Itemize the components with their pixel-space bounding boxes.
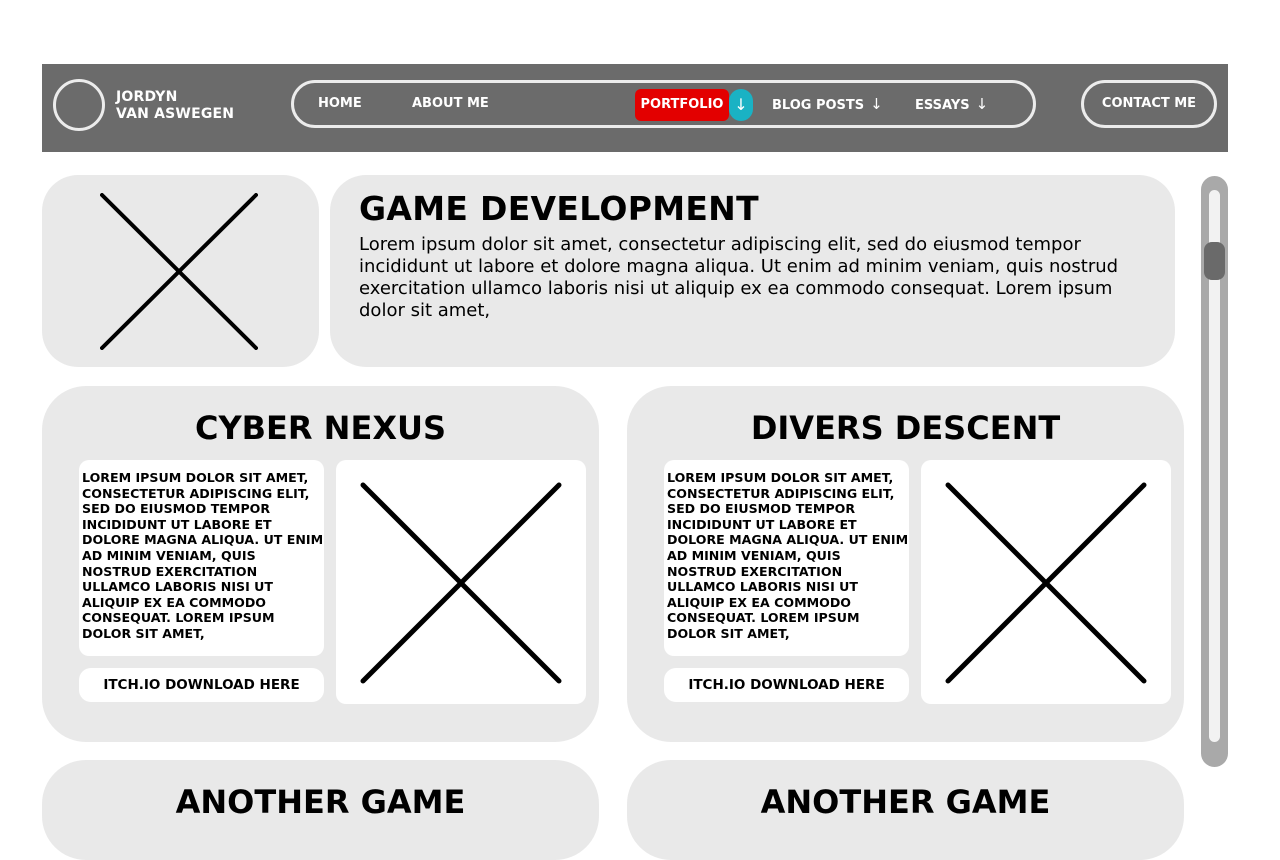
game-title: ANOTHER GAME — [175, 783, 466, 821]
brand-last-name: VAN ASWEGEN — [116, 106, 235, 122]
hero-text-card: GAME DEVELOPMENT Lorem ipsum dolor sit a… — [330, 175, 1175, 367]
placeholder-x-icon — [360, 482, 562, 684]
game-card: DIVERS DESCENT LOREM IPSUM DOLOR SIT AME… — [627, 386, 1184, 742]
game-description: LOREM IPSUM DOLOR SIT AMET, CONSECTETUR … — [82, 470, 324, 641]
portfolio-dropdown-arrow-icon[interactable]: ↓ — [729, 89, 753, 121]
essays-dropdown-arrow-icon: ↓ — [975, 95, 989, 113]
nav-portfolio[interactable]: PORTFOLIO — [635, 89, 729, 121]
itch-download-button[interactable]: ITCH.IO DOWNLOAD HERE — [79, 668, 324, 702]
brand-name[interactable]: JORDYN VAN ASWEGEN — [116, 89, 234, 123]
scrollbar-thumb[interactable] — [1204, 242, 1225, 280]
game-description-box: LOREM IPSUM DOLOR SIT AMET, CONSECTETUR … — [664, 460, 909, 656]
placeholder-x-icon — [945, 482, 1147, 684]
page-scrollbar[interactable] — [1201, 176, 1228, 767]
nav-home[interactable]: HOME — [318, 83, 362, 125]
nav-blog-posts-label: BLOG POSTS — [772, 98, 865, 113]
game-card: ANOTHER GAME — [627, 760, 1184, 860]
itch-download-button[interactable]: ITCH.IO DOWNLOAD HERE — [664, 668, 909, 702]
nav-blog-posts[interactable]: BLOG POSTS ↓ — [772, 83, 883, 125]
hero-description: Lorem ipsum dolor sit amet, consectetur … — [359, 234, 1119, 321]
page-title: GAME DEVELOPMENT — [359, 189, 759, 228]
game-title: ANOTHER GAME — [760, 783, 1051, 821]
game-title: DIVERS DESCENT — [750, 409, 1061, 447]
logo-circle-icon[interactable] — [53, 79, 105, 131]
game-card: ANOTHER GAME — [42, 760, 599, 860]
main-nav: HOME ABOUT ME PORTFOLIO ↓ BLOG POSTS ↓ ES… — [291, 80, 1036, 128]
game-card: CYBER NEXUS LOREM IPSUM DOLOR SIT AMET, … — [42, 386, 599, 742]
nav-essays[interactable]: ESSAYS ↓ — [915, 83, 988, 125]
hero-image-placeholder — [42, 175, 319, 367]
nav-essays-label: ESSAYS — [915, 98, 970, 113]
top-navbar: JORDYN VAN ASWEGEN HOME ABOUT ME PORTFOL… — [42, 64, 1228, 152]
game-description: LOREM IPSUM DOLOR SIT AMET, CONSECTETUR … — [667, 470, 909, 641]
game-image-placeholder — [921, 460, 1171, 704]
game-title: CYBER NEXUS — [194, 409, 447, 447]
game-image-placeholder — [336, 460, 586, 704]
brand-first-name: JORDYN — [116, 89, 178, 105]
placeholder-x-icon — [100, 193, 258, 350]
nav-about-me[interactable]: ABOUT ME — [412, 83, 489, 125]
blog-dropdown-arrow-icon: ↓ — [870, 95, 883, 113]
contact-me-button[interactable]: CONTACT ME — [1081, 80, 1217, 128]
game-description-box: LOREM IPSUM DOLOR SIT AMET, CONSECTETUR … — [79, 460, 324, 656]
